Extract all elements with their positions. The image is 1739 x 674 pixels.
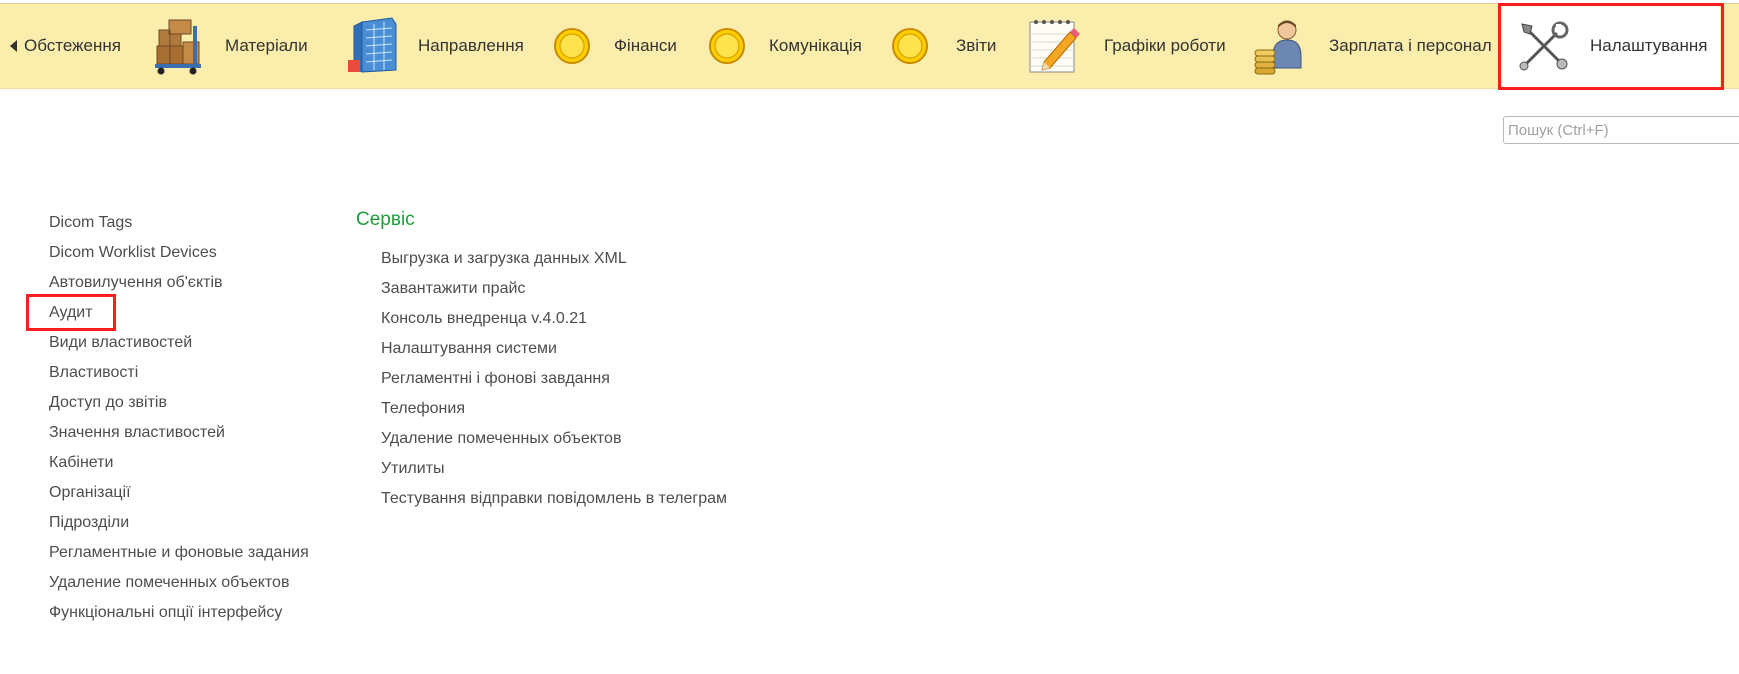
section-label: Налаштування: [1590, 36, 1708, 55]
section-label: Комунікація: [769, 36, 862, 55]
section-napravlennia[interactable]: Направлення: [340, 4, 524, 88]
list-item-znachennia-vlastyvostei[interactable]: Значення властивостей: [49, 420, 309, 450]
list-item-funktsionalni-optsii[interactable]: Функціональні опції інтерфейсу: [49, 600, 309, 630]
list-item-audyt[interactable]: Аудит: [49, 300, 309, 330]
section-obstezhennia[interactable]: Обстеження: [18, 4, 128, 88]
list-item-vlastyvosti[interactable]: Властивості: [49, 360, 309, 390]
service-item-system-settings[interactable]: Налаштування системи: [381, 336, 727, 366]
notepad-pencil-icon: [1020, 14, 1084, 78]
section-materialy[interactable]: Матеріали: [147, 4, 308, 88]
section-label: Зарплата і персонал: [1329, 36, 1492, 55]
section-label: Направлення: [418, 36, 524, 55]
list-item-udalenie-pomechennyh[interactable]: Удаление помеченных объектов: [49, 570, 309, 600]
building-icon: [340, 14, 404, 78]
arrow-left-icon: [9, 40, 17, 52]
service-item-console[interactable]: Консоль внедренца v.4.0.21: [381, 306, 727, 336]
service-item-telephony[interactable]: Телефония: [381, 396, 727, 426]
list-item-dicom-worklist-devices[interactable]: Dicom Worklist Devices: [49, 240, 309, 270]
section-hrafiky-roboty[interactable]: Графіки роботи: [1020, 4, 1226, 88]
service-item-scheduled-jobs[interactable]: Регламентні і фонові завдання: [381, 366, 727, 396]
list-item-avtovyluchennia-obiektiv[interactable]: Автовилучення об'єктів: [49, 270, 309, 300]
search-input[interactable]: [1503, 116, 1739, 144]
list-item-pidrozdily[interactable]: Підрозділи: [49, 510, 309, 540]
service-item-xml-export[interactable]: Выгрузка и загрузка данных XML: [381, 246, 727, 276]
list-item-reglamentnye-zadaniya[interactable]: Регламентные и фоновые задания: [49, 540, 309, 570]
section-nalashtuvannia[interactable]: Налаштування: [1502, 4, 1720, 88]
yellow-circle-icon: [695, 14, 759, 78]
section-label: Звіти: [956, 36, 997, 55]
list-item-vydy-vlastyvostei[interactable]: Види властивостей: [49, 330, 309, 360]
section-label: Матеріали: [225, 36, 308, 55]
commands-list: Dicom Tags Dicom Worklist Devices Автови…: [49, 210, 309, 630]
main-page: Обстеження Матеріали Направлення Фінанси…: [0, 0, 1739, 674]
tools-icon: [1512, 14, 1576, 78]
service-commands-list: Выгрузка и загрузка данных XML Завантажи…: [381, 246, 727, 516]
service-item-delete-marked[interactable]: Удаление помеченных объектов: [381, 426, 727, 456]
boxes-cart-icon: [147, 14, 211, 78]
section-label: Фінанси: [614, 36, 677, 55]
section-zarplata-i-personal[interactable]: Зарплата і персонал: [1249, 4, 1492, 88]
yellow-circle-icon: [878, 14, 942, 78]
section-zvity[interactable]: Звіти: [878, 4, 996, 88]
sections-panel: Обстеження Матеріали Направлення Фінанси…: [0, 3, 1739, 89]
section-finansy[interactable]: Фінанси: [540, 4, 677, 88]
list-item-orhanizatsii[interactable]: Організації: [49, 480, 309, 510]
worker-coins-icon: [1249, 14, 1313, 78]
service-item-utilities[interactable]: Утилиты: [381, 456, 727, 486]
list-item-dostup-do-zvitiv[interactable]: Доступ до звітів: [49, 390, 309, 420]
list-item-kabinety[interactable]: Кабінети: [49, 450, 309, 480]
section-label: Обстеження: [24, 36, 121, 55]
service-item-load-price[interactable]: Завантажити прайс: [381, 276, 727, 306]
yellow-circle-icon: [540, 14, 604, 78]
section-komunikatsiia[interactable]: Комунікація: [695, 4, 862, 88]
group-title-servis: Сервіс: [356, 209, 415, 230]
section-label: Графіки роботи: [1104, 36, 1226, 55]
service-item-telegram-test[interactable]: Тестування відправки повідомлень в телег…: [381, 486, 727, 516]
list-item-dicom-tags[interactable]: Dicom Tags: [49, 210, 309, 240]
